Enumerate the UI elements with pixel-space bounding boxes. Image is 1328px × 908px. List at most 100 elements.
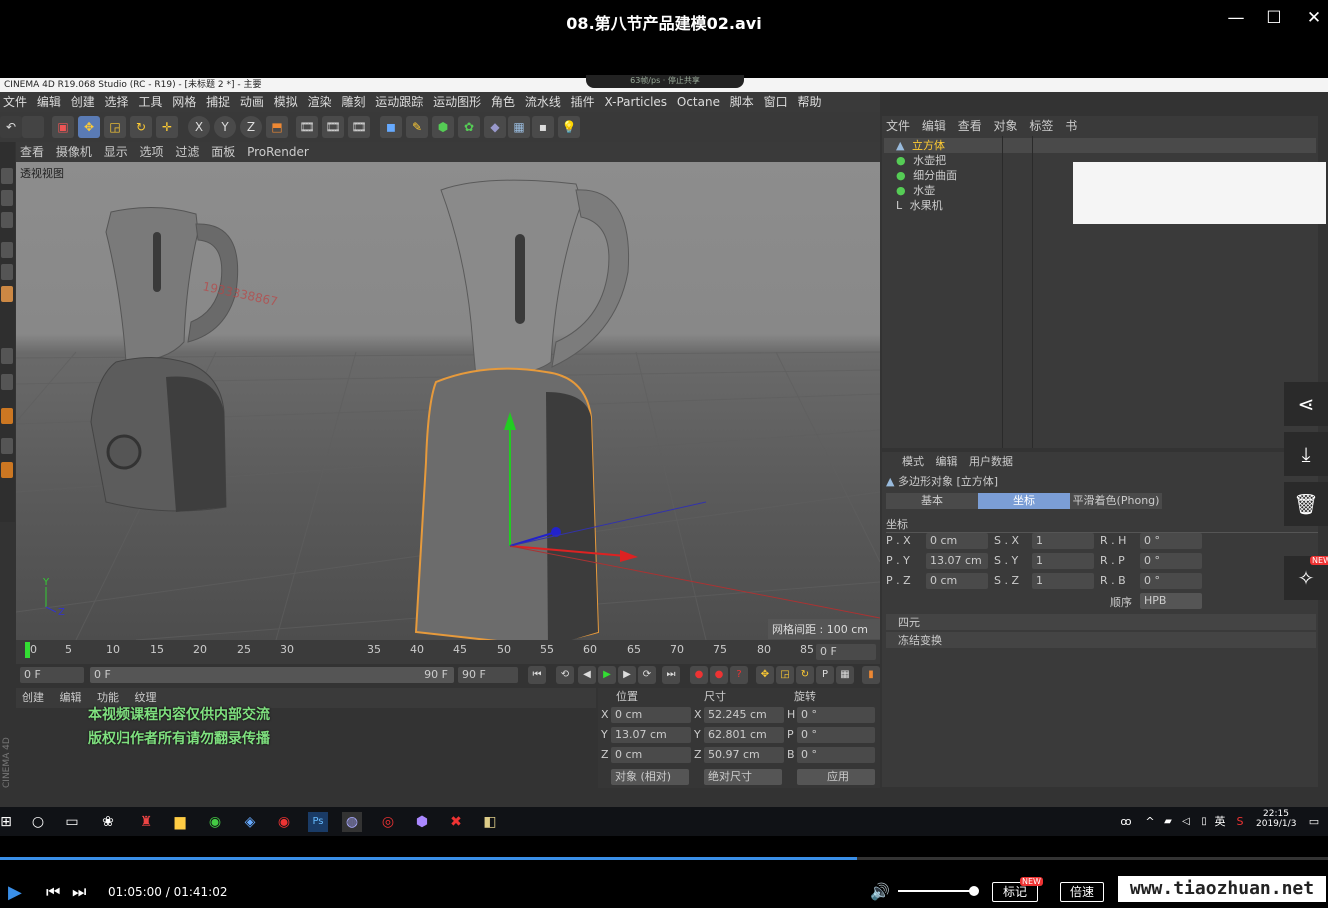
vp-menu-options[interactable]: 选项 <box>140 145 164 159</box>
volume-tray-icon[interactable]: ◁ <box>1176 812 1196 832</box>
user-icon[interactable]: ꝏ <box>1116 812 1136 832</box>
menu-simulate[interactable]: 模拟 <box>274 95 298 109</box>
obj-menu-edit[interactable]: 编辑 <box>922 119 946 133</box>
app-icon[interactable]: ♜ <box>136 812 156 832</box>
play-icon[interactable]: ▶ <box>598 666 616 684</box>
app-icon[interactable]: ◧ <box>480 812 500 832</box>
p-x-field[interactable]: 0 cm <box>926 533 988 549</box>
delete-icon[interactable]: 🗑 <box>1284 482 1328 526</box>
perspective-viewport[interactable]: Y Z 1933338867 透视视图 网格间距 : 100 cm <box>16 162 880 640</box>
pos-z-field[interactable]: 0 cm <box>611 747 691 763</box>
render-view-icon[interactable]: 🎞 <box>296 116 318 138</box>
vp-menu-prorender[interactable]: ProRender <box>247 145 309 159</box>
mat-menu-create[interactable]: 创建 <box>22 691 44 704</box>
photoshop-icon[interactable]: Ps <box>308 812 328 832</box>
end-frame-field[interactable]: 90 F <box>458 667 518 683</box>
rot-h-field[interactable]: 0 ° <box>797 707 875 723</box>
group-quaternion[interactable]: 四元 <box>886 614 1316 630</box>
windows-start-icon[interactable]: ⊞ <box>0 812 16 832</box>
volume-icon[interactable]: 🔊 <box>870 882 890 901</box>
group-freeze[interactable]: 冻结变换 <box>886 632 1316 648</box>
menu-help[interactable]: 帮助 <box>797 95 821 109</box>
menu-plugins[interactable]: 插件 <box>571 95 595 109</box>
light-icon[interactable]: 💡 <box>558 116 580 138</box>
menu-animate[interactable]: 动画 <box>240 95 264 109</box>
app-icon[interactable]: ⬢ <box>412 812 432 832</box>
mode-points-icon[interactable] <box>1 242 13 258</box>
attr-menu-mode[interactable]: 模式 <box>902 455 924 468</box>
vp-menu-display[interactable]: 显示 <box>104 145 128 159</box>
apply-button[interactable]: 应用 <box>797 769 875 785</box>
order-select[interactable]: HPB <box>1140 593 1202 609</box>
pos-y-field[interactable]: 13.07 cm <box>611 727 691 743</box>
key-scale-icon[interactable]: ◲ <box>776 666 794 684</box>
play-button-icon[interactable]: ▶ <box>8 882 22 903</box>
clock[interactable]: 22:15 2019/1/3 <box>1256 809 1296 829</box>
menu-xparticles[interactable]: X-Particles <box>605 95 668 109</box>
mat-menu-texture[interactable]: 纹理 <box>135 691 157 704</box>
menu-tools[interactable]: 工具 <box>138 95 162 109</box>
ime-indicator[interactable]: 英 <box>1210 812 1230 832</box>
download-icon[interactable]: ⤓ <box>1284 432 1328 476</box>
go-end-icon[interactable]: ⏭ <box>662 666 680 684</box>
start-frame-field[interactable]: 0 F <box>20 667 84 683</box>
menu-select[interactable]: 选择 <box>105 95 129 109</box>
task-view-icon[interactable]: ▭ <box>62 812 82 832</box>
menu-edit[interactable]: 编辑 <box>37 95 61 109</box>
mode-model-icon[interactable] <box>1 168 13 184</box>
app-icon[interactable]: ◈ <box>240 812 260 832</box>
go-start-icon[interactable]: ⏮ <box>528 666 546 684</box>
menu-script[interactable]: 脚本 <box>730 95 754 109</box>
app-icon[interactable]: ◎ <box>378 812 398 832</box>
key-pla-icon[interactable]: ▦ <box>836 666 854 684</box>
vp-menu-filter[interactable]: 过滤 <box>175 145 199 159</box>
next-frame-icon[interactable]: ▶ <box>618 666 636 684</box>
vp-menu-panel[interactable]: 面板 <box>211 145 235 159</box>
cloner-icon[interactable]: ✿ <box>458 116 480 138</box>
camera-icon[interactable]: ▪ <box>532 116 554 138</box>
z-axis-icon[interactable]: Z <box>240 116 262 138</box>
mode-workplane-icon[interactable] <box>1 212 13 228</box>
recent-tool-icon[interactable]: ✛ <box>156 116 178 138</box>
range-slider[interactable]: 0 F 90 F <box>90 667 454 683</box>
size-z-field[interactable]: 50.97 cm <box>704 747 784 763</box>
r-b-field[interactable]: 0 ° <box>1140 573 1202 589</box>
r-p-field[interactable]: 0 ° <box>1140 553 1202 569</box>
menu-sculpt[interactable]: 雕刻 <box>341 95 365 109</box>
folder-icon[interactable]: ▆ <box>170 812 190 832</box>
menu-snap[interactable]: 捕捉 <box>206 95 230 109</box>
move-icon[interactable]: ✥ <box>78 116 100 138</box>
menu-window[interactable]: 窗口 <box>764 95 788 109</box>
redo-icon[interactable] <box>22 116 44 138</box>
menu-file[interactable]: 文件 <box>3 95 27 109</box>
close-icon[interactable]: ✕ <box>1300 8 1328 28</box>
object-row[interactable]: ▲ 立方体 <box>884 138 1316 153</box>
size-y-field[interactable]: 62.801 cm <box>704 727 784 743</box>
r-h-field[interactable]: 0 ° <box>1140 533 1202 549</box>
timeline-ruler[interactable]: 0 5 10 15 20 25 30 35 40 45 50 55 60 65 … <box>16 640 880 664</box>
key-position-icon[interactable]: ✥ <box>756 666 774 684</box>
live-select-icon[interactable]: ▣ <box>52 116 74 138</box>
menu-pipeline[interactable]: 流水线 <box>525 95 561 109</box>
size-x-field[interactable]: 52.245 cm <box>704 707 784 723</box>
p-y-field[interactable]: 13.07 cm <box>926 553 988 569</box>
vp-menu-camera[interactable]: 摄像机 <box>56 145 92 159</box>
coord-system-icon[interactable]: ⬒ <box>266 116 288 138</box>
tab-basic[interactable]: 基本 <box>886 493 978 509</box>
next-icon[interactable]: ⏭ <box>72 882 86 902</box>
timeline-window-icon[interactable]: ▮ <box>862 666 880 684</box>
current-frame-field[interactable]: 0 F <box>816 644 876 660</box>
subdivision-icon[interactable]: ⬢ <box>432 116 454 138</box>
speed-button[interactable]: 倍速 <box>1060 882 1104 902</box>
rotate-icon[interactable]: ↻ <box>130 116 152 138</box>
obj-menu-tags[interactable]: 标签 <box>1029 119 1053 133</box>
menu-mesh[interactable]: 网格 <box>172 95 196 109</box>
menu-create[interactable]: 创建 <box>71 95 95 109</box>
share-icon[interactable]: ⋖ <box>1284 382 1328 426</box>
pos-x-field[interactable]: 0 cm <box>611 707 691 723</box>
obj-menu-object[interactable]: 对象 <box>994 119 1018 133</box>
record-icon[interactable]: ● <box>690 666 708 684</box>
app-icon[interactable]: ✖ <box>446 812 466 832</box>
workplane-lock-icon[interactable] <box>1 438 13 454</box>
mode-polygons-icon[interactable] <box>1 286 13 302</box>
